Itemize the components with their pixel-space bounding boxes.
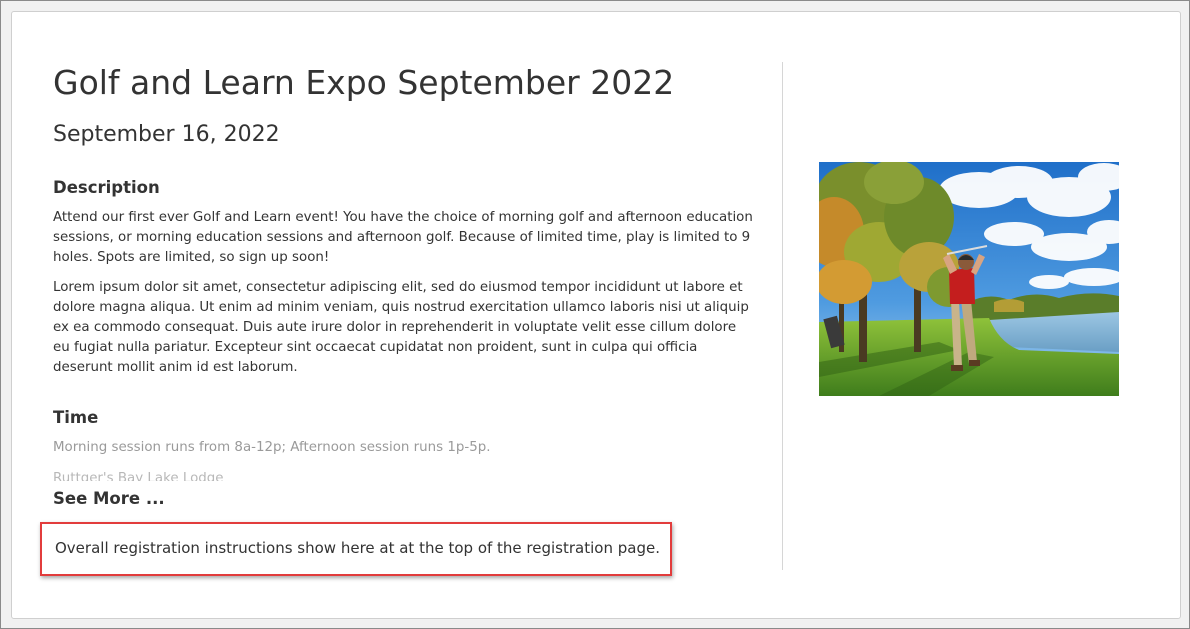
description-paragraph: Attend our first ever Golf and Learn eve… (53, 210, 753, 265)
window-frame: Golf and Learn Expo September 2022 Septe… (0, 0, 1190, 629)
golfer-photo (819, 162, 1119, 396)
see-more-link[interactable]: See More ... (53, 488, 165, 508)
event-date: September 16, 2022 (53, 122, 280, 147)
page-title: Golf and Learn Expo September 2022 (53, 63, 675, 102)
event-image (819, 162, 1119, 396)
description-paragraph: Lorem ipsum dolor sit amet, consectetur … (53, 280, 749, 375)
registration-instructions-text: Overall registration instructions show h… (55, 539, 660, 557)
event-card: Golf and Learn Expo September 2022 Septe… (11, 11, 1181, 619)
description-heading: Description (53, 178, 160, 197)
time-text: Morning session runs from 8a-12p; Aftern… (53, 440, 491, 455)
time-heading: Time (53, 408, 99, 427)
registration-instructions-box: Overall registration instructions show h… (40, 522, 672, 576)
column-divider (782, 62, 783, 570)
location-text: Ruttger's Bay Lake Lodge (53, 471, 224, 481)
